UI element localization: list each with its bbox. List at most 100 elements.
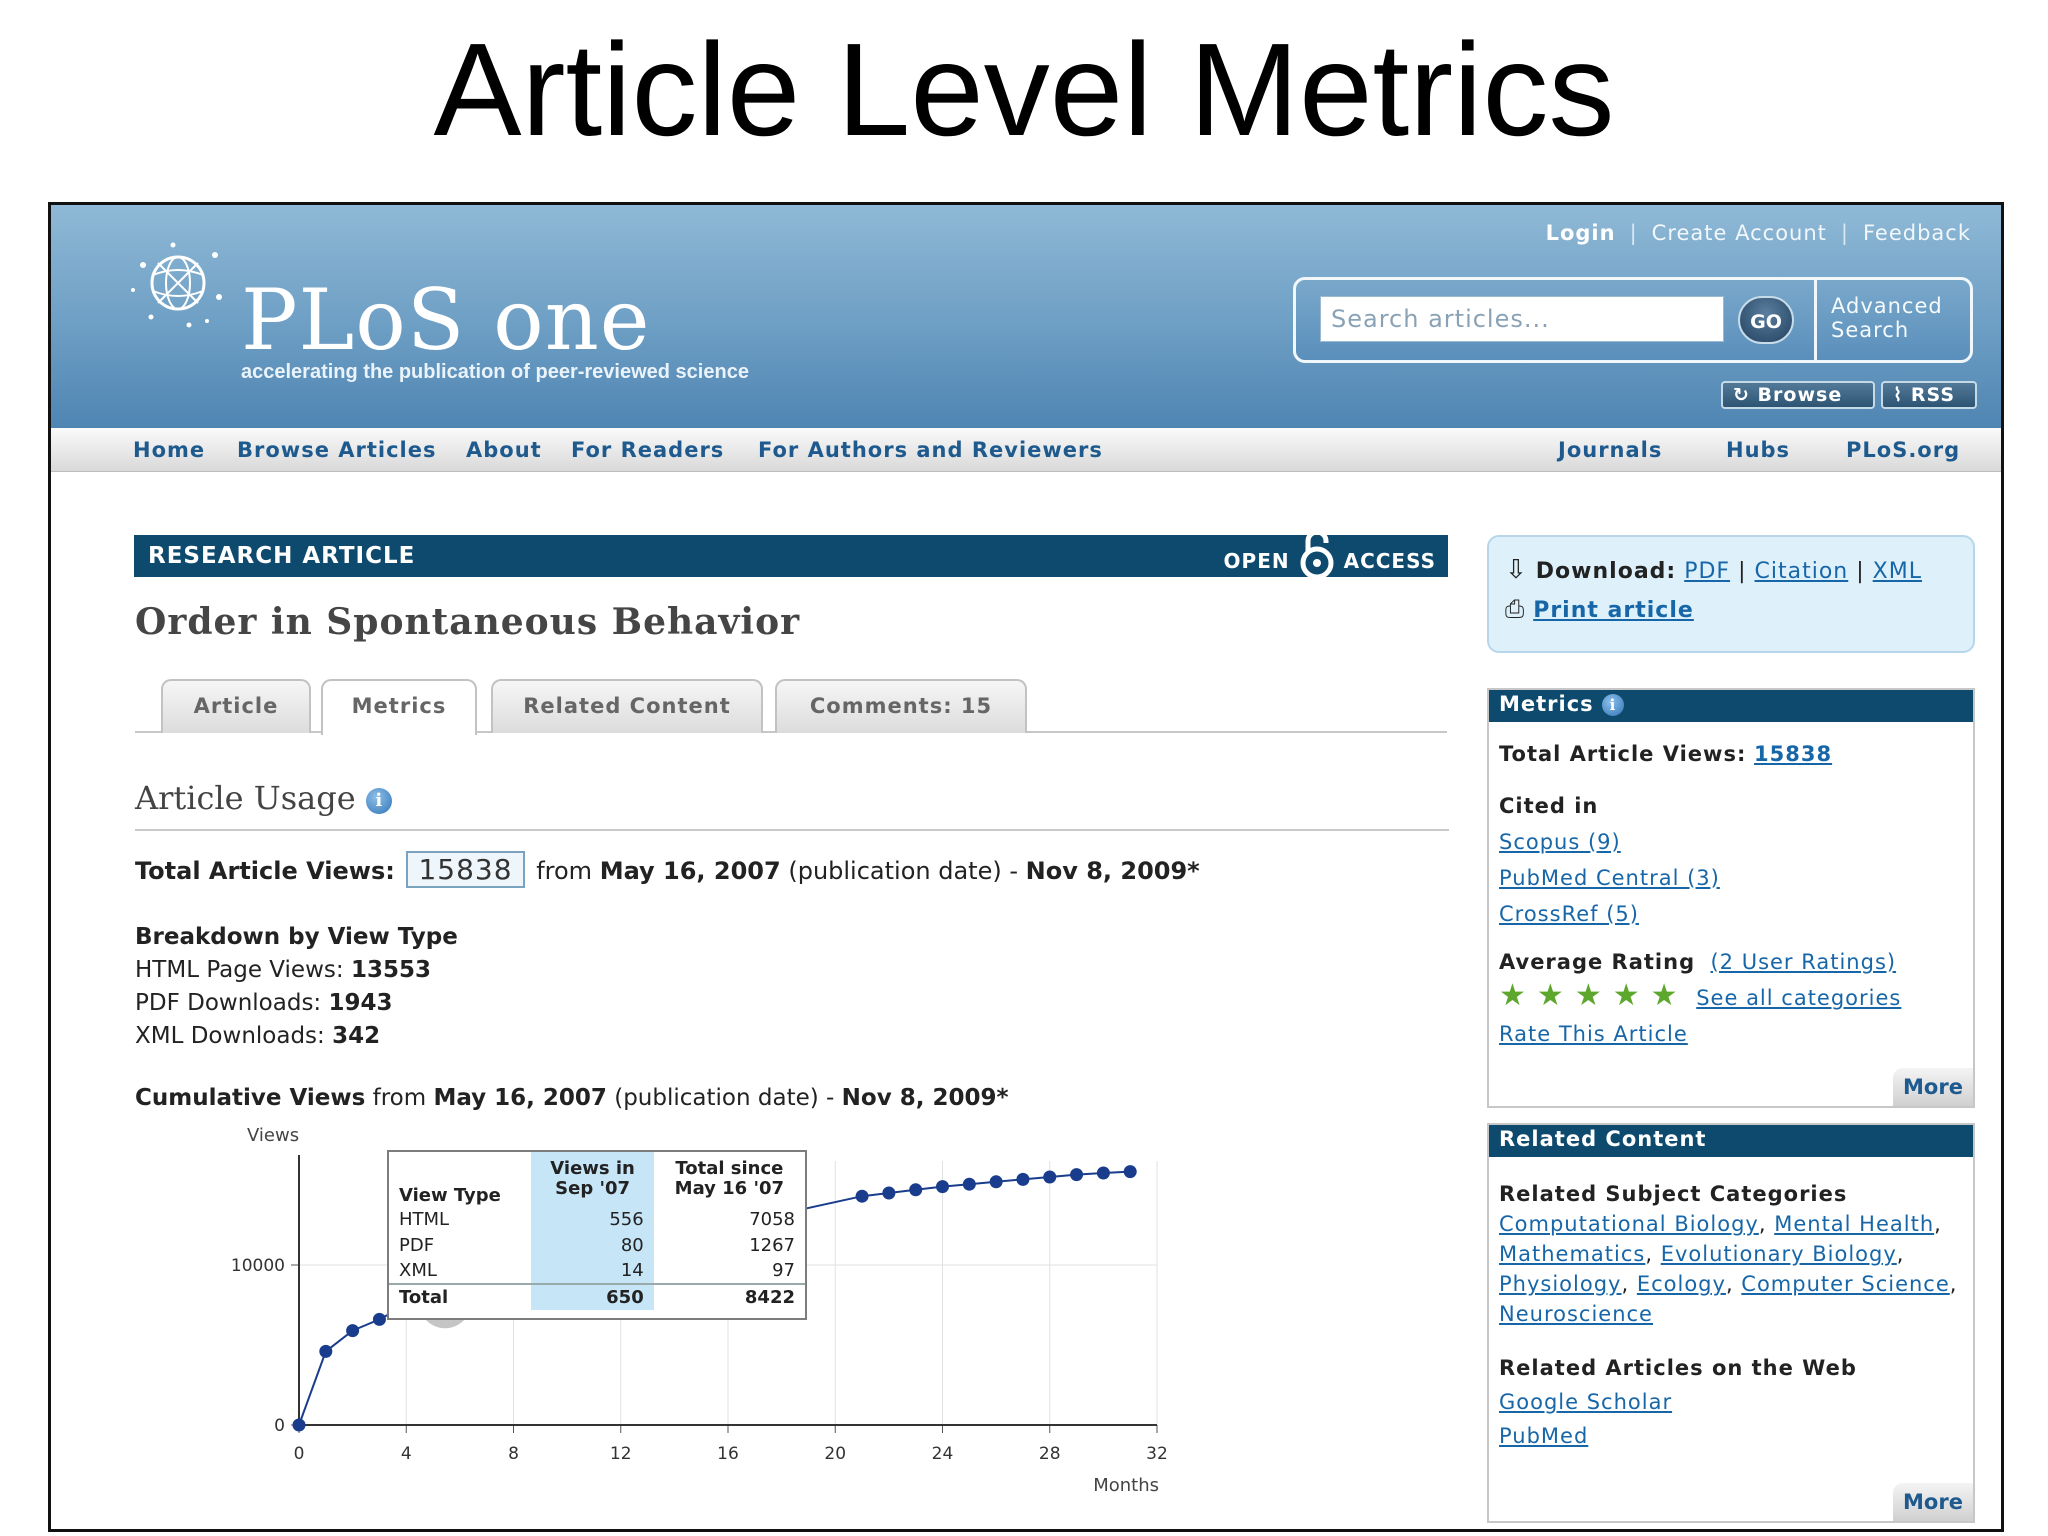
nav-journals[interactable]: Journals (1558, 438, 1662, 462)
open-access-lock-icon (1300, 529, 1334, 579)
star-icon[interactable]: ★ (1651, 978, 1679, 1013)
category-link[interactable]: Computer Science (1741, 1272, 1949, 1296)
metrics-panel-header: Metrics i (1489, 690, 1973, 722)
pmc-link[interactable]: PubMed Central (3) (1499, 866, 1720, 890)
star-icon[interactable]: ★ (1613, 978, 1641, 1013)
y-tick-label: 0 (274, 1416, 285, 1436)
category-link[interactable]: Neuroscience (1499, 1302, 1653, 1326)
article-type-label: RESEARCH ARTICLE (148, 543, 416, 569)
info-icon[interactable]: i (1602, 694, 1624, 716)
download-arrow-icon: ⇩ (1505, 555, 1528, 585)
nav-browse-articles[interactable]: Browse Articles (237, 438, 436, 462)
tip-cell: 14 (531, 1258, 654, 1284)
end-date: Nov 8, 2009* (1025, 857, 1200, 885)
rate-article-link[interactable]: Rate This Article (1499, 1022, 1688, 1046)
browse-label: Browse (1757, 384, 1843, 406)
breakdown-heading: Breakdown by View Type (135, 924, 458, 950)
category-link[interactable]: Ecology (1637, 1272, 1726, 1296)
star-icon[interactable]: ★ (1575, 978, 1603, 1013)
scopus-link[interactable]: Scopus (9) (1499, 830, 1621, 854)
search-input[interactable]: Search articles... (1320, 296, 1724, 342)
google-scholar-link[interactable]: Google Scholar (1499, 1390, 1672, 1414)
browse-button[interactable]: ↻ Browse (1721, 381, 1875, 409)
download-pdf-link[interactable]: PDF (1684, 559, 1730, 584)
user-ratings-link[interactable]: (2 User Ratings) (1710, 950, 1896, 974)
category-link[interactable]: Evolutionary Biology (1661, 1242, 1897, 1266)
info-icon[interactable]: i (365, 787, 392, 814)
metrics-total-link[interactable]: 15838 (1754, 742, 1832, 766)
article-type-bar: RESEARCH ARTICLE OPEN ACCESS (134, 529, 1448, 579)
separator: | (1738, 559, 1747, 584)
x-tick-label: 8 (508, 1444, 519, 1464)
download-citation-link[interactable]: Citation (1755, 559, 1849, 584)
related-panel-body: Related Subject Categories Computational… (1499, 1182, 1958, 1448)
article-usage-heading: Article Usage i (135, 779, 1449, 831)
category-link[interactable]: Physiology (1499, 1272, 1621, 1296)
tip-header-views-in-2: Sep '07 (555, 1178, 631, 1199)
login-link[interactable]: Login (1546, 221, 1616, 245)
crossref-link[interactable]: CrossRef (5) (1499, 902, 1639, 926)
main-nav: Home Browse Articles About For Readers F… (51, 428, 2001, 472)
x-tick-label: 16 (717, 1444, 739, 1464)
x-tick-label: 28 (1039, 1444, 1061, 1464)
nav-plos-org[interactable]: PLoS.org (1846, 438, 1960, 462)
xml-value: 342 (332, 1023, 381, 1049)
search-box: Search articles... GO Advanced Search (1293, 277, 1973, 363)
feedback-link[interactable]: Feedback (1863, 221, 1971, 245)
data-point (1070, 1168, 1084, 1182)
data-point (962, 1177, 976, 1191)
nav-hubs[interactable]: Hubs (1726, 438, 1790, 462)
see-all-categories-link[interactable]: See all categories (1696, 986, 1901, 1010)
category-link[interactable]: Computational Biology (1499, 1212, 1759, 1236)
create-account-link[interactable]: Create Account (1652, 221, 1827, 245)
from-word: from (536, 857, 593, 885)
printer-icon: ⎙ (1505, 595, 1526, 623)
nav-about[interactable]: About (466, 438, 542, 462)
advanced-search-link[interactable]: Advanced Search (1814, 280, 1972, 360)
print-article-link[interactable]: Print article (1533, 598, 1694, 623)
tab-comments[interactable]: Comments: 15 (775, 679, 1027, 733)
tip-cell: PDF (399, 1234, 435, 1256)
pdf-label: PDF Downloads: (135, 990, 322, 1016)
separator: | (1856, 559, 1865, 584)
start-date: May 16, 2007 (599, 857, 781, 885)
separator: | (1840, 221, 1849, 245)
y-axis-label: Views (247, 1125, 299, 1146)
plos-one-logo[interactable]: PLoS one (241, 275, 651, 365)
tab-related-content[interactable]: Related Content (491, 679, 763, 733)
tip-cell: 1267 (749, 1234, 795, 1256)
nav-for-authors[interactable]: For Authors and Reviewers (758, 438, 1103, 462)
article-usage-title: Article Usage (135, 779, 356, 817)
nav-for-readers[interactable]: For Readers (571, 438, 724, 462)
y-tick-label: 10000 (231, 1256, 285, 1276)
star-icon[interactable]: ★ (1537, 978, 1565, 1013)
tip-header-total-since: Total since May 16 '07 (654, 1152, 805, 1206)
nav-home[interactable]: Home (133, 438, 205, 462)
related-panel-header: Related Content (1489, 1125, 1973, 1157)
tip-cell: Total (389, 1283, 532, 1310)
html-value: 13553 (350, 957, 431, 983)
go-button[interactable]: GO (1738, 296, 1794, 344)
related-more-button[interactable]: More (1893, 1483, 1973, 1521)
data-point (372, 1312, 386, 1326)
tab-metrics[interactable]: Metrics (321, 679, 477, 735)
star-icon[interactable]: ★ (1499, 978, 1527, 1013)
chart-tooltip: View Type Views in Sep '07 Total since M… (387, 1150, 807, 1320)
x-tick-label: 24 (932, 1444, 954, 1464)
category-link[interactable]: Mental Health (1774, 1212, 1934, 1236)
download-xml-link[interactable]: XML (1873, 559, 1922, 584)
cumulative-end-date: Nov 8, 2009* (841, 1085, 1009, 1111)
data-point (936, 1180, 949, 1194)
rss-icon: ⌇ (1893, 384, 1904, 406)
tab-article[interactable]: Article (161, 679, 311, 733)
tip-cell: 97 (772, 1260, 795, 1281)
category-link[interactable]: Mathematics (1499, 1242, 1645, 1266)
tip-cell: 80 (531, 1232, 654, 1258)
tip-cell: XML (399, 1260, 437, 1281)
rss-button[interactable]: ⌇ RSS (1881, 381, 1977, 409)
tip-header-view-type: View Type (399, 1185, 501, 1206)
download-label: Download: (1535, 559, 1677, 584)
metrics-more-button[interactable]: More (1893, 1068, 1973, 1106)
pubmed-link[interactable]: PubMed (1499, 1424, 1588, 1448)
subject-categories-heading: Related Subject Categories (1499, 1182, 1848, 1206)
